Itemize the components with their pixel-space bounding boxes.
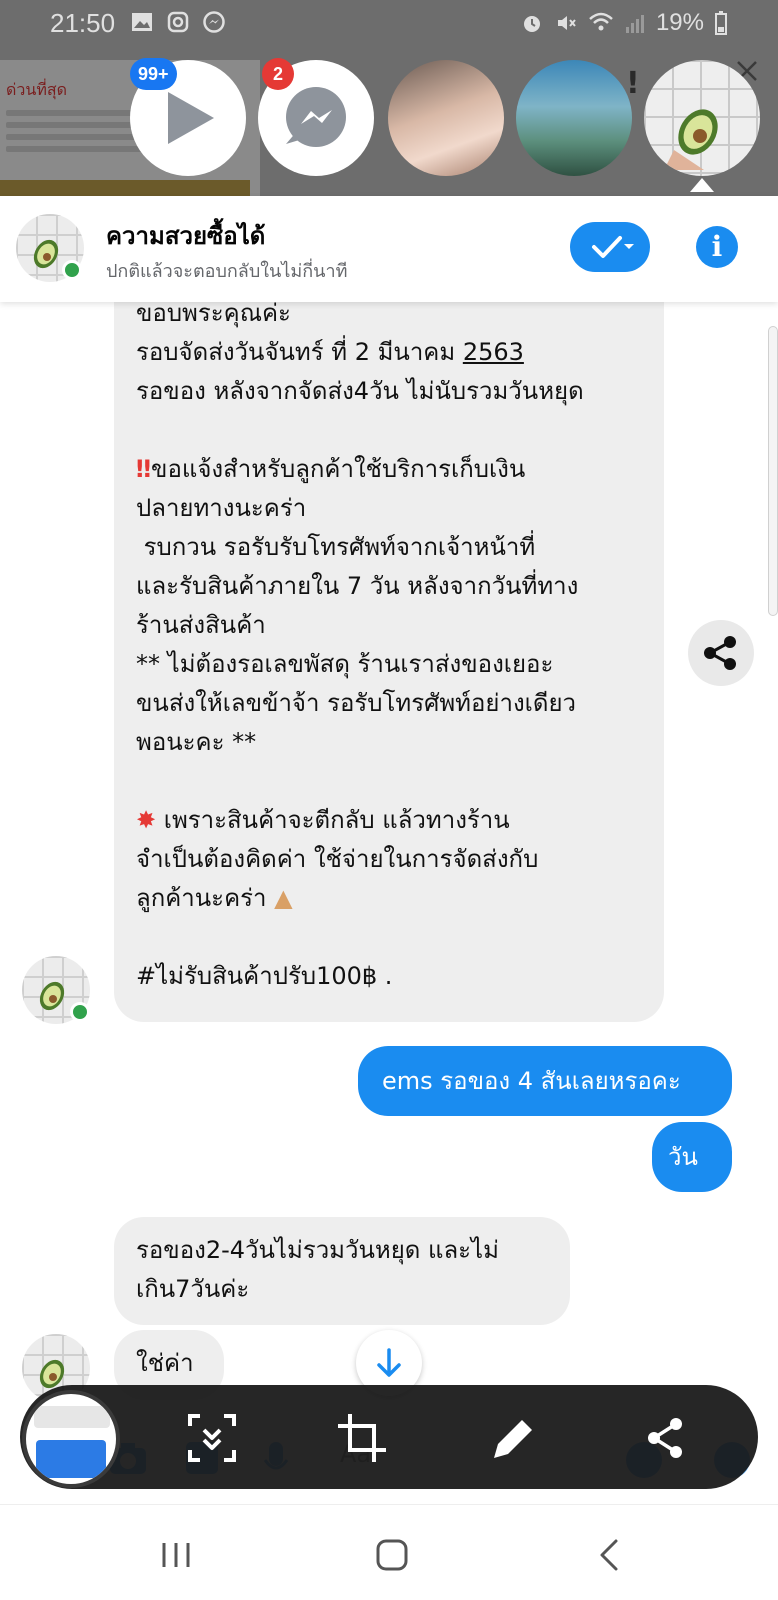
online-indicator [70, 1002, 90, 1022]
chat-head-contact-1[interactable] [388, 60, 504, 176]
home-icon[interactable] [372, 1535, 412, 1575]
mute-icon [557, 16, 576, 30]
chat-head-contact-2[interactable] [516, 60, 632, 176]
message-line: รอของ หลังจากจัดส่ง4วัน ไม่นับรวมวันหยุด [136, 377, 584, 405]
recents-icon[interactable] [156, 1535, 196, 1575]
message-line: เกิน7วันค่ะ [136, 1275, 250, 1303]
message-bubble-incoming[interactable]: ขอบพระคุณค่ะ รอบจัดส่งวันจันทร์ ที่ 2 มี… [114, 282, 664, 1022]
message-bubble-outgoing[interactable]: ems รอของ 4 สันเลยหรอคะ [358, 1046, 732, 1116]
battery-percent: 19% [655, 9, 704, 36]
double-exclamation-icon: ‼ [136, 455, 152, 483]
background-title-fragment: ! [626, 66, 640, 101]
message-line: ‼ขอแจ้งสำหรับลูกค้าใช้บริการเก็บเงิน [136, 455, 526, 483]
message-line: ร้านส่งสินค้า [136, 611, 266, 639]
conversation-header: ความสวยซื้อได้ ปกติแล้วจะตอบกลับในไม่กี่… [0, 196, 778, 302]
message-line: ** ไม่ต้องรอเลขพัสดุ ร้านเราส่งของเยอะ [136, 650, 554, 678]
message-line: รอของ2-4วันไม่รวมวันหยุด และไม่ [136, 1236, 499, 1264]
share-button[interactable] [688, 620, 754, 686]
battery-icon [715, 11, 727, 35]
info-icon[interactable]: i [696, 226, 738, 268]
message-line: พอนะคะ ** [136, 728, 257, 756]
message-bubble-incoming[interactable]: รอของ2-4วันไม่รวมวันหยุด และไม่ เกิน7วัน… [114, 1217, 570, 1325]
online-indicator [62, 260, 82, 280]
status-bar: 21:50 19% [0, 0, 778, 44]
praying-hands-icon: ▲ [274, 884, 293, 912]
wifi-icon [589, 12, 613, 31]
message-line: #ไม่รับสินค้าปรับ100฿ . [136, 962, 393, 990]
signal-icon [625, 15, 644, 33]
scrollbar[interactable] [768, 326, 778, 616]
chat-head-play-badge: 99+ [130, 58, 177, 90]
chat-head-pointer [690, 178, 714, 192]
messenger-status-icon [203, 11, 225, 33]
avocado-avatar-icon [664, 109, 718, 170]
message-line: ปลายทางนะคร่า [136, 494, 307, 522]
crop-icon[interactable] [332, 1408, 392, 1468]
instagram-icon [167, 11, 189, 33]
notification-icons [130, 10, 226, 34]
done-button[interactable] [570, 222, 650, 272]
page-title[interactable]: ความสวยซื้อได้ [106, 216, 265, 255]
screen: ด่วนที่สุด ! 21:50 19% 99+ 2 ความสวยซื้อ… [0, 0, 778, 1600]
message-line: จำเป็นต้องคิดค่า ใช้จ่ายในการจัดส่งกับ [136, 845, 539, 873]
status-time: 21:50 [50, 8, 116, 38]
message-line: รอบจัดส่งวันจันทร์ ที่ 2 มีนาคม 2563 [136, 338, 524, 366]
chat-head-current-contact[interactable] [644, 60, 760, 176]
message-line: ขนส่งให้เลขข้าจ้า รอรับโทรศัพท์อย่างเดีย… [136, 689, 576, 717]
back-icon[interactable] [590, 1535, 630, 1575]
background-article-heading: ด่วนที่สุด [6, 80, 68, 99]
response-time-status: ปกติแล้วจะตอบกลับในไม่กี่นาที [106, 261, 348, 282]
message-year: 2563 [462, 338, 524, 366]
share-icon[interactable] [636, 1408, 696, 1468]
gallery-icon [132, 13, 152, 31]
anger-icon: ✸ [136, 806, 157, 834]
chat-head-messenger-badge: 2 [262, 58, 294, 90]
message-line: ลูกค้านะคร่า ▲ [136, 884, 293, 912]
message-line: ✸ เพราะสินค้าจะตีกลับ แล้วทางร้าน [136, 806, 510, 834]
message-list: ขอบพระคุณค่ะ รอบจัดส่งวันจันทร์ ที่ 2 มี… [0, 282, 778, 1402]
share-icon [704, 636, 736, 670]
message-line: รบกวน รอรับรับโทรศัพท์จากเจ้าหน้าที่ [136, 533, 536, 561]
screenshot-thumbnail[interactable] [22, 1390, 120, 1488]
scroll-capture-icon[interactable] [182, 1408, 242, 1468]
system-icons: 19% [520, 9, 728, 37]
message-bubble-outgoing[interactable]: วัน [652, 1122, 732, 1192]
check-icon [592, 236, 634, 258]
message-line: และรับสินค้าภายใน 7 วัน หลังจากวันที่ทาง [136, 572, 579, 600]
pencil-icon[interactable] [484, 1408, 544, 1468]
alarm-icon [523, 16, 540, 32]
